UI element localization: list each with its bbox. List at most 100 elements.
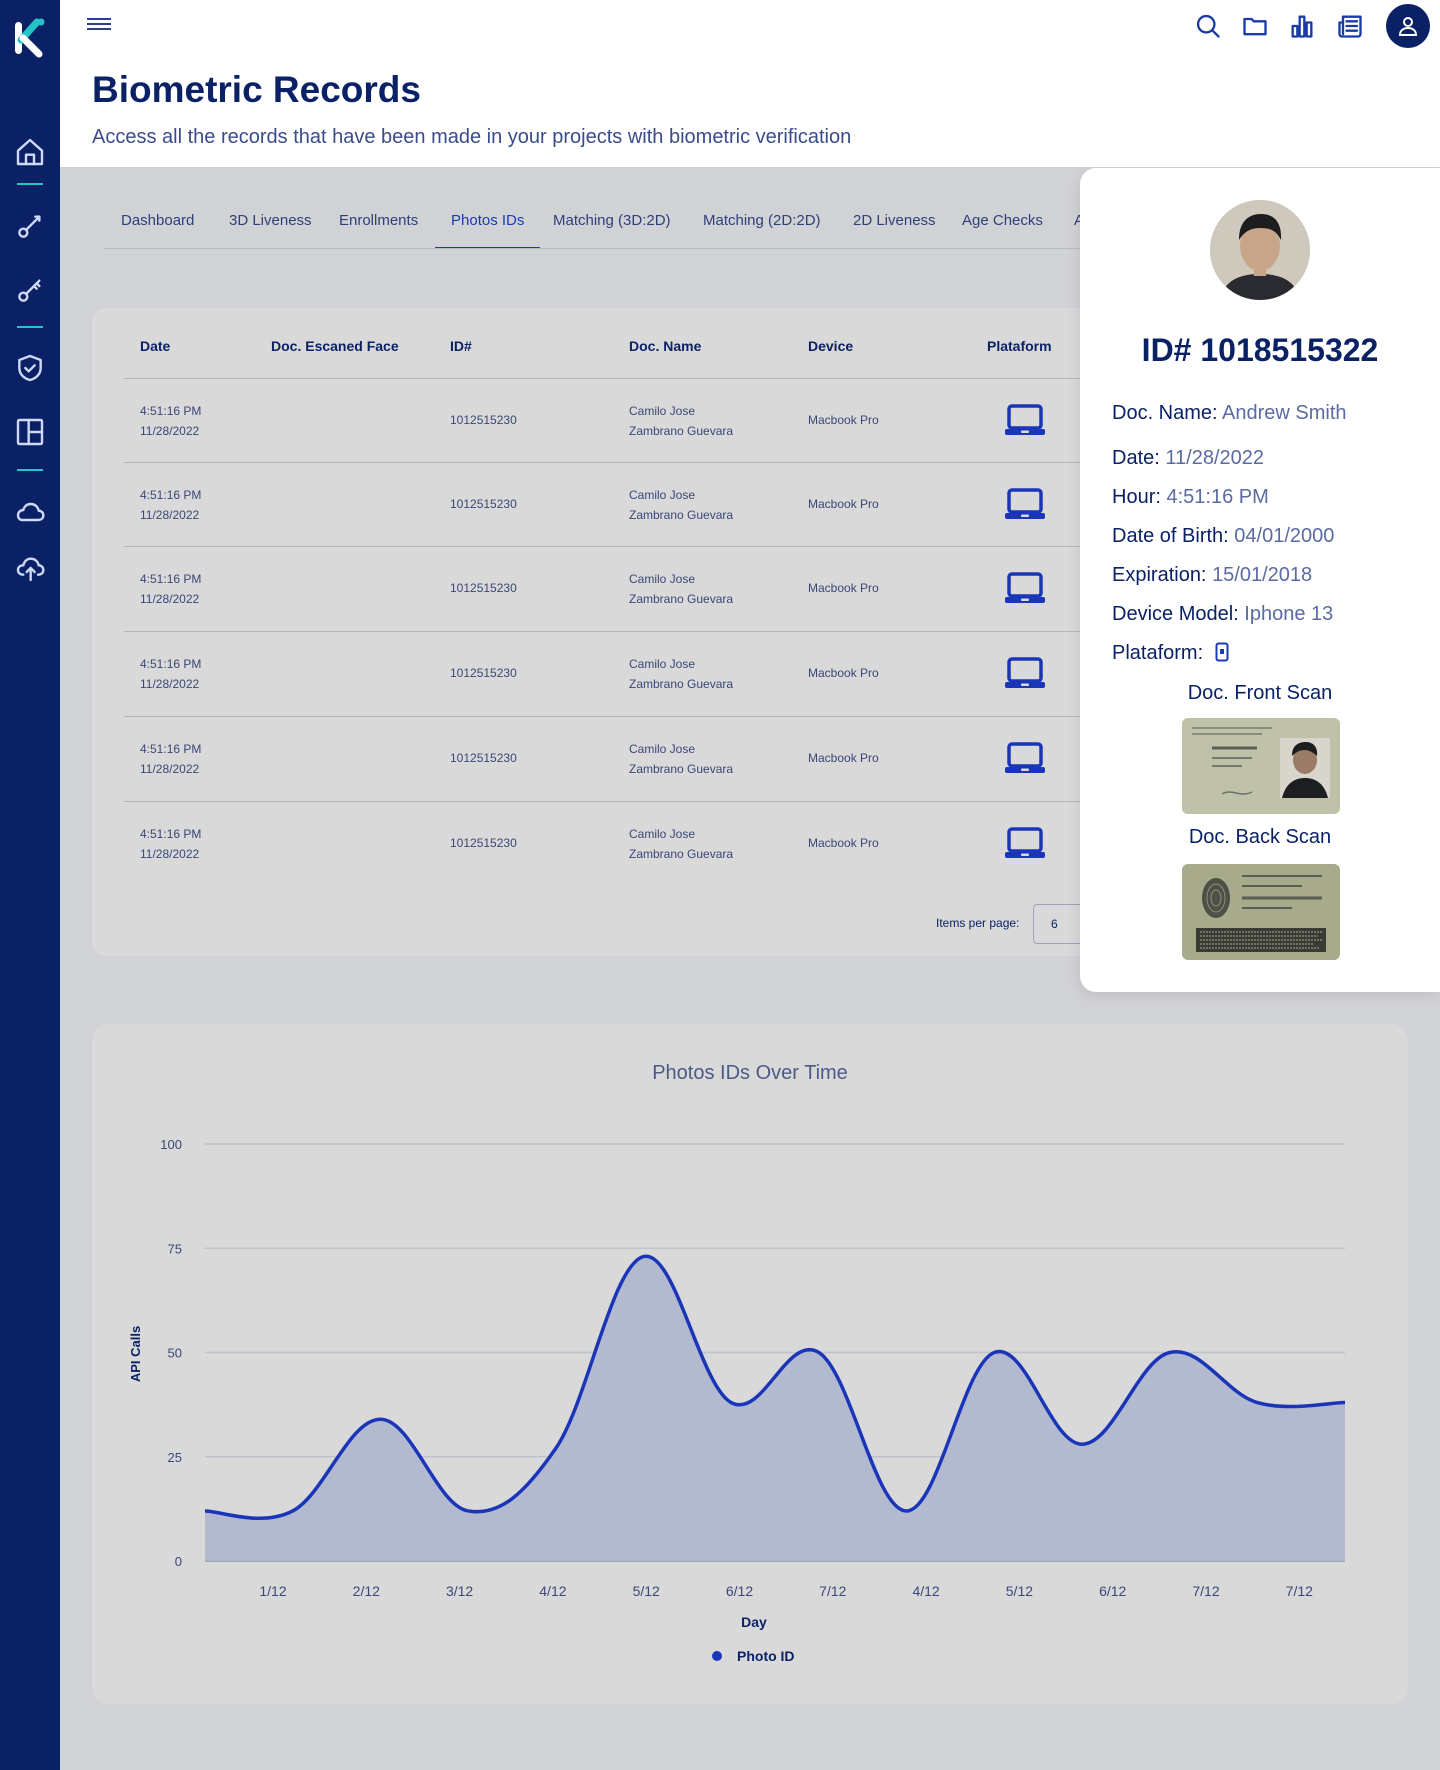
x-tick-label: 5/12 — [1006, 1583, 1033, 1599]
records-table: Date Doc. Escaned Face ID# Doc. Name Dev… — [92, 308, 1162, 956]
front-scan-image[interactable] — [1182, 718, 1340, 814]
x-tick-label: 5/12 — [633, 1583, 660, 1599]
x-tick-label: 2/12 — [353, 1583, 380, 1599]
x-axis-label: Day — [741, 1614, 767, 1630]
table-row[interactable]: 4:51:16 PM 11/28/2022 1012515230 Camilo Jos… — [124, 462, 1162, 547]
shield-check-icon[interactable] — [12, 350, 48, 386]
detail-expiration: Expiration: 15/01/2018 — [1112, 564, 1313, 586]
table-row[interactable]: 4:51:16 PM 11/28/2022 1012515230 Camilo Jos… — [124, 546, 1162, 631]
table-row[interactable]: 4:51:16 PM 11/28/2022 1012515230 Camilo Jos… — [124, 716, 1162, 801]
row-doc-name: Camilo Jose Zambrano Guevara — [629, 742, 734, 776]
row-device: Macbook Pro — [808, 666, 879, 680]
laptop-icon — [1004, 403, 1046, 437]
search-icon[interactable] — [1194, 12, 1222, 40]
tab-3d-liveness[interactable]: 3D Liveness — [229, 212, 312, 247]
row-id: 1012515230 — [450, 666, 517, 680]
chart-card: Photos IDs Over Time 0 25 50 75 100 1/12 2/12… — [92, 1024, 1408, 1704]
row-id: 1012515230 — [450, 581, 517, 595]
sidebar — [0, 0, 60, 1770]
y-tick-label: 75 — [168, 1241, 182, 1256]
x-tick-label: 3/12 — [446, 1583, 473, 1599]
brand-logo-icon[interactable] — [11, 14, 49, 60]
row-id: 1012515230 — [450, 497, 517, 511]
row-date: 4:51:16 PM 11/28/2022 — [140, 404, 202, 438]
back-scan-image[interactable] — [1182, 864, 1340, 960]
phone-icon — [1215, 642, 1229, 662]
laptop-icon — [1004, 487, 1046, 521]
chart-title: Photos IDs Over Time — [652, 1062, 848, 1084]
row-device: Macbook Pro — [808, 581, 879, 595]
tab-dashboard[interactable]: Dashboard — [121, 212, 194, 247]
layout-icon[interactable] — [12, 414, 48, 450]
page-title: Biometric Records — [92, 69, 421, 110]
bar-chart-icon[interactable] — [1288, 12, 1316, 40]
row-doc-name: Camilo Jose Zambrano Guevara — [629, 827, 734, 861]
y-tick-label: 0 — [175, 1554, 182, 1569]
laptop-icon — [1004, 826, 1046, 860]
x-tick-label: 7/12 — [1286, 1583, 1313, 1599]
cloud-icon[interactable] — [12, 494, 48, 530]
row-doc-name: Camilo Jose Zambrano Guevara — [629, 657, 734, 691]
x-tick-label: 1/12 — [259, 1583, 286, 1599]
column-header-id[interactable]: ID# — [450, 338, 472, 354]
front-scan-label: Doc. Front Scan — [1187, 682, 1333, 704]
tab-photos-ids[interactable]: Photos IDs — [435, 212, 541, 248]
tab-age-checks[interactable]: Age Checks — [962, 212, 1043, 247]
user-avatar-icon[interactable] — [1386, 4, 1430, 48]
wrench-icon[interactable] — [12, 208, 48, 244]
back-scan-label: Doc. Back Scan — [1188, 826, 1332, 848]
column-header-doc-name[interactable]: Doc. Name — [629, 338, 701, 354]
record-detail-panel: ID# 1018515322 Doc. Name: Andrew Smith D… — [1080, 168, 1440, 992]
detail-dob: Date of Birth: 04/01/2000 — [1112, 525, 1335, 547]
photos-ids-chart: Photos IDs Over Time 0 25 50 75 100 1/12 2/12… — [128, 1062, 1346, 1664]
y-tick-label: 50 — [168, 1346, 182, 1361]
detail-platform: Plataform: — [1112, 642, 1229, 665]
row-device: Macbook Pro — [808, 836, 879, 850]
column-header-face[interactable]: Doc. Escaned Face — [271, 338, 399, 354]
x-tick-label: 7/12 — [819, 1583, 846, 1599]
x-tick-label: 4/12 — [912, 1583, 939, 1599]
row-doc-name: Camilo Jose Zambrano Guevara — [629, 488, 734, 522]
hamburger-menu-icon[interactable] — [87, 15, 111, 35]
table-row[interactable]: 4:51:16 PM 11/28/2022 1012515230 Camilo Jos… — [124, 801, 1162, 886]
x-tick-label: 6/12 — [1099, 1583, 1126, 1599]
row-id: 1012515230 — [450, 836, 517, 850]
table-row[interactable]: 4:51:16 PM 11/28/2022 1012515230 Camilo Jos… — [124, 631, 1162, 716]
pager-label: Items per page: — [936, 916, 1020, 930]
laptop-icon — [1004, 656, 1046, 690]
series-area — [205, 1256, 1345, 1561]
tab-2d-liveness[interactable]: 2D Liveness — [853, 212, 936, 247]
row-date: 4:51:16 PM 11/28/2022 — [140, 742, 202, 776]
home-icon[interactable] — [12, 134, 48, 170]
tabs-bar: Dashboard 3D Liveness Enrollments Photos… — [104, 200, 1084, 249]
x-tick-label: 4/12 — [539, 1583, 566, 1599]
column-header-device[interactable]: Device — [808, 338, 853, 354]
detail-device-model: Device Model: Iphone 13 — [1112, 603, 1334, 625]
table-row[interactable]: 4:51:16 PM 11/28/2022 1012515230 Camilo Jos… — [124, 378, 1162, 463]
legend-label[interactable]: Photo ID — [737, 1648, 795, 1664]
face-photo — [1210, 200, 1310, 300]
tab-matching-2d2d[interactable]: Matching (2D:2D) — [703, 212, 821, 247]
row-device: Macbook Pro — [808, 751, 879, 765]
tab-enrollments[interactable]: Enrollments — [339, 212, 418, 247]
row-date: 4:51:16 PM 11/28/2022 — [140, 572, 202, 606]
column-header-platform[interactable]: Plataform — [987, 338, 1052, 354]
news-icon[interactable] — [1336, 12, 1364, 40]
row-date: 4:51:16 PM 11/28/2022 — [140, 827, 202, 861]
row-id: 1012515230 — [450, 413, 517, 427]
detail-date: Date: 11/28/2022 — [1112, 447, 1264, 469]
row-date: 4:51:16 PM 11/28/2022 — [140, 657, 202, 691]
y-tick-label: 25 — [168, 1450, 182, 1465]
row-device: Macbook Pro — [808, 413, 879, 427]
header: Biometric Records Access all the records… — [60, 0, 1440, 167]
record-id-title: ID# 1018515322 — [1141, 332, 1379, 368]
folder-icon[interactable] — [1241, 12, 1269, 40]
column-header-date[interactable]: Date — [140, 338, 170, 354]
cloud-upload-icon[interactable] — [12, 550, 48, 586]
key-icon[interactable] — [12, 272, 48, 308]
tab-matching-3d2d[interactable]: Matching (3D:2D) — [553, 212, 671, 247]
detail-doc-name: Doc. Name: Andrew Smith — [1112, 402, 1347, 424]
legend-marker — [712, 1651, 722, 1661]
sidebar-divider — [17, 183, 43, 185]
row-id: 1012515230 — [450, 751, 517, 765]
